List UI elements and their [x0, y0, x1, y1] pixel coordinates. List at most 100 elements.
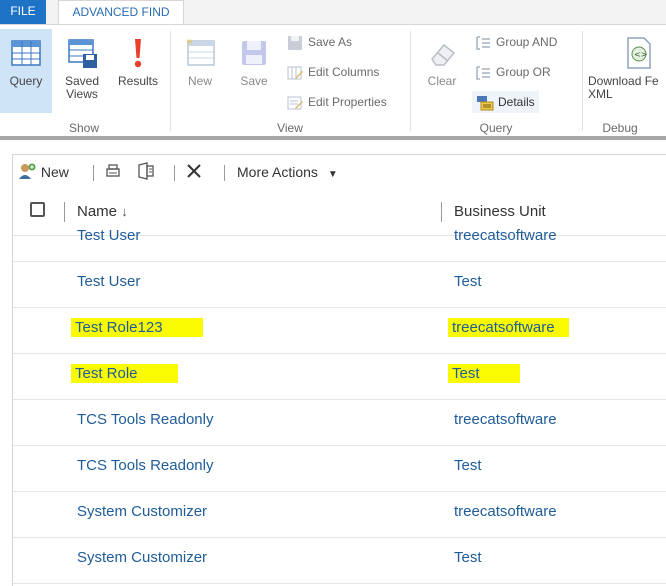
save-disk-icon	[242, 41, 266, 65]
exclamation-icon	[134, 39, 142, 68]
table-row[interactable]: Test User treecatsoftware	[13, 215, 666, 262]
svg-text:<>: <>	[634, 50, 647, 59]
cell-name[interactable]: Test User	[77, 226, 140, 246]
new-user-icon	[19, 163, 36, 179]
export-excel-icon	[138, 162, 154, 180]
cell-name[interactable]: TCS Tools Readonly	[77, 456, 213, 476]
ribbon-bottom-border	[0, 136, 666, 140]
svg-text:✳: ✳	[186, 38, 194, 48]
cell-name-text: System Customizer	[77, 549, 208, 566]
cell-business-unit[interactable]: Test	[454, 456, 482, 476]
edit-columns-icon	[287, 66, 303, 80]
table-row[interactable]: System Customizer treecatsoftware	[13, 491, 666, 538]
view-group-label: View	[277, 121, 303, 135]
details-icon	[477, 95, 494, 111]
delete-x-icon	[187, 164, 201, 178]
tab-advanced-find[interactable]: ADVANCED FIND	[58, 0, 184, 24]
saved-views-icon	[68, 39, 97, 68]
cell-business-unit-text: Test	[454, 457, 482, 474]
table-row[interactable]: TCS Tools Readonly treecatsoftware	[13, 399, 666, 446]
cell-business-unit-text: treecatsoftware	[454, 411, 557, 428]
table-row[interactable]: System Customizer Test	[13, 537, 666, 584]
edit-columns-button[interactable]: Edit Columns	[286, 61, 379, 83]
cell-name-text: Test User	[77, 227, 141, 244]
export-button[interactable]	[137, 162, 155, 182]
new-record-button[interactable]: New	[17, 162, 69, 182]
print-button[interactable]	[104, 162, 122, 182]
details-label: Details	[498, 95, 535, 109]
saved-views-label: Saved Views	[64, 74, 100, 101]
results-grid: New More Actions ▼ Name ↓ Business Unit …	[12, 154, 666, 586]
edit-columns-label: Edit Columns	[308, 65, 380, 79]
cell-business-unit-text: treecatsoftware	[454, 503, 557, 520]
ribbon-group-show: Query Saved Views Results Show	[0, 25, 168, 137]
table-row[interactable]: Test Role Test	[13, 353, 666, 400]
cell-name-text: System Customizer	[77, 503, 208, 520]
cell-business-unit[interactable]: treecatsoftware	[448, 318, 569, 338]
cell-name[interactable]: TCS Tools Readonly	[77, 410, 213, 430]
more-actions-label: More Actions	[237, 164, 318, 180]
table-row[interactable]: Test User Test	[13, 261, 666, 308]
cell-business-unit[interactable]: Test	[454, 548, 482, 568]
save-as-button[interactable]: Save As	[286, 31, 352, 53]
cell-name[interactable]: Test Role123	[71, 318, 203, 338]
eraser-icon	[431, 43, 456, 66]
edit-properties-button[interactable]: Edit Properties	[286, 91, 387, 113]
cell-name-text: Test Role123	[71, 318, 203, 337]
ribbon-divider	[582, 31, 583, 131]
cell-name[interactable]: System Customizer	[77, 502, 207, 522]
cell-name[interactable]: Test User	[77, 272, 140, 292]
cell-name[interactable]: System Customizer	[77, 548, 207, 568]
query-grid-icon	[11, 40, 41, 66]
save-as-label: Save As	[308, 35, 353, 49]
query-button[interactable]: Query	[0, 29, 52, 113]
ribbon-group-view: ✳ New Save Save As Edit Columns Edit Pro…	[172, 25, 408, 137]
ribbon-tab-bar: FILE ADVANCED FIND	[0, 0, 666, 24]
group-or-icon	[476, 66, 490, 80]
caret-down-icon: ▼	[327, 169, 338, 180]
edit-properties-label: Edit Properties	[308, 95, 387, 109]
cell-business-unit[interactable]: treecatsoftware	[454, 410, 557, 430]
table-row[interactable]: Test Role123 treecatsoftware	[13, 307, 666, 354]
cell-business-unit-text: Test	[448, 364, 520, 383]
cell-name[interactable]: Test Role	[71, 364, 178, 384]
download-fetch-xml-button[interactable]: <> Download Fe XML	[586, 29, 666, 113]
print-icon	[106, 164, 120, 177]
more-actions-button[interactable]: More Actions ▼	[237, 162, 338, 182]
tab-file[interactable]: FILE	[0, 0, 46, 24]
cell-business-unit-text: Test	[454, 549, 482, 566]
cell-name-text: Test User	[77, 273, 141, 290]
details-button[interactable]: Details	[472, 91, 539, 113]
group-or-button[interactable]: Group OR	[474, 61, 551, 83]
ribbon-divider	[410, 31, 411, 131]
command-divider	[224, 165, 225, 181]
cell-business-unit-text: treecatsoftware	[454, 227, 557, 244]
debug-group-label: Debug	[602, 121, 638, 135]
cell-name-text: TCS Tools Readonly	[77, 457, 214, 474]
delete-button[interactable]	[185, 162, 203, 182]
command-divider	[174, 165, 175, 181]
results-button[interactable]: Results	[110, 29, 166, 113]
edit-properties-icon	[287, 96, 303, 110]
download-fetch-xml-label: Download Fe XML	[588, 74, 659, 101]
group-and-icon	[476, 36, 490, 50]
clear-button[interactable]: Clear	[418, 29, 466, 113]
save-as-icon	[288, 35, 302, 50]
new-view-label: New	[187, 74, 212, 88]
group-and-label: Group AND	[496, 35, 558, 49]
ribbon: Query Saved Views Results Show ✳ New Sav…	[0, 24, 666, 137]
cell-business-unit[interactable]: Test	[448, 364, 520, 384]
saved-views-button[interactable]: Saved Views	[56, 29, 108, 113]
cell-business-unit[interactable]: treecatsoftware	[454, 226, 557, 246]
ribbon-group-debug: <> Download Fe XML Debug	[584, 25, 666, 137]
new-view-button[interactable]: ✳ New	[176, 29, 224, 113]
cell-business-unit-text: treecatsoftware	[448, 318, 569, 337]
cell-business-unit[interactable]: Test	[454, 272, 482, 292]
save-view-button[interactable]: Save	[230, 29, 278, 113]
table-row[interactable]: TCS Tools Readonly Test	[13, 445, 666, 492]
ribbon-group-query: Clear Group AND Group OR Details Query	[412, 25, 580, 137]
ribbon-divider	[170, 31, 171, 131]
save-view-label: Save	[240, 74, 268, 88]
group-and-button[interactable]: Group AND	[474, 31, 557, 53]
cell-business-unit[interactable]: treecatsoftware	[454, 502, 557, 522]
